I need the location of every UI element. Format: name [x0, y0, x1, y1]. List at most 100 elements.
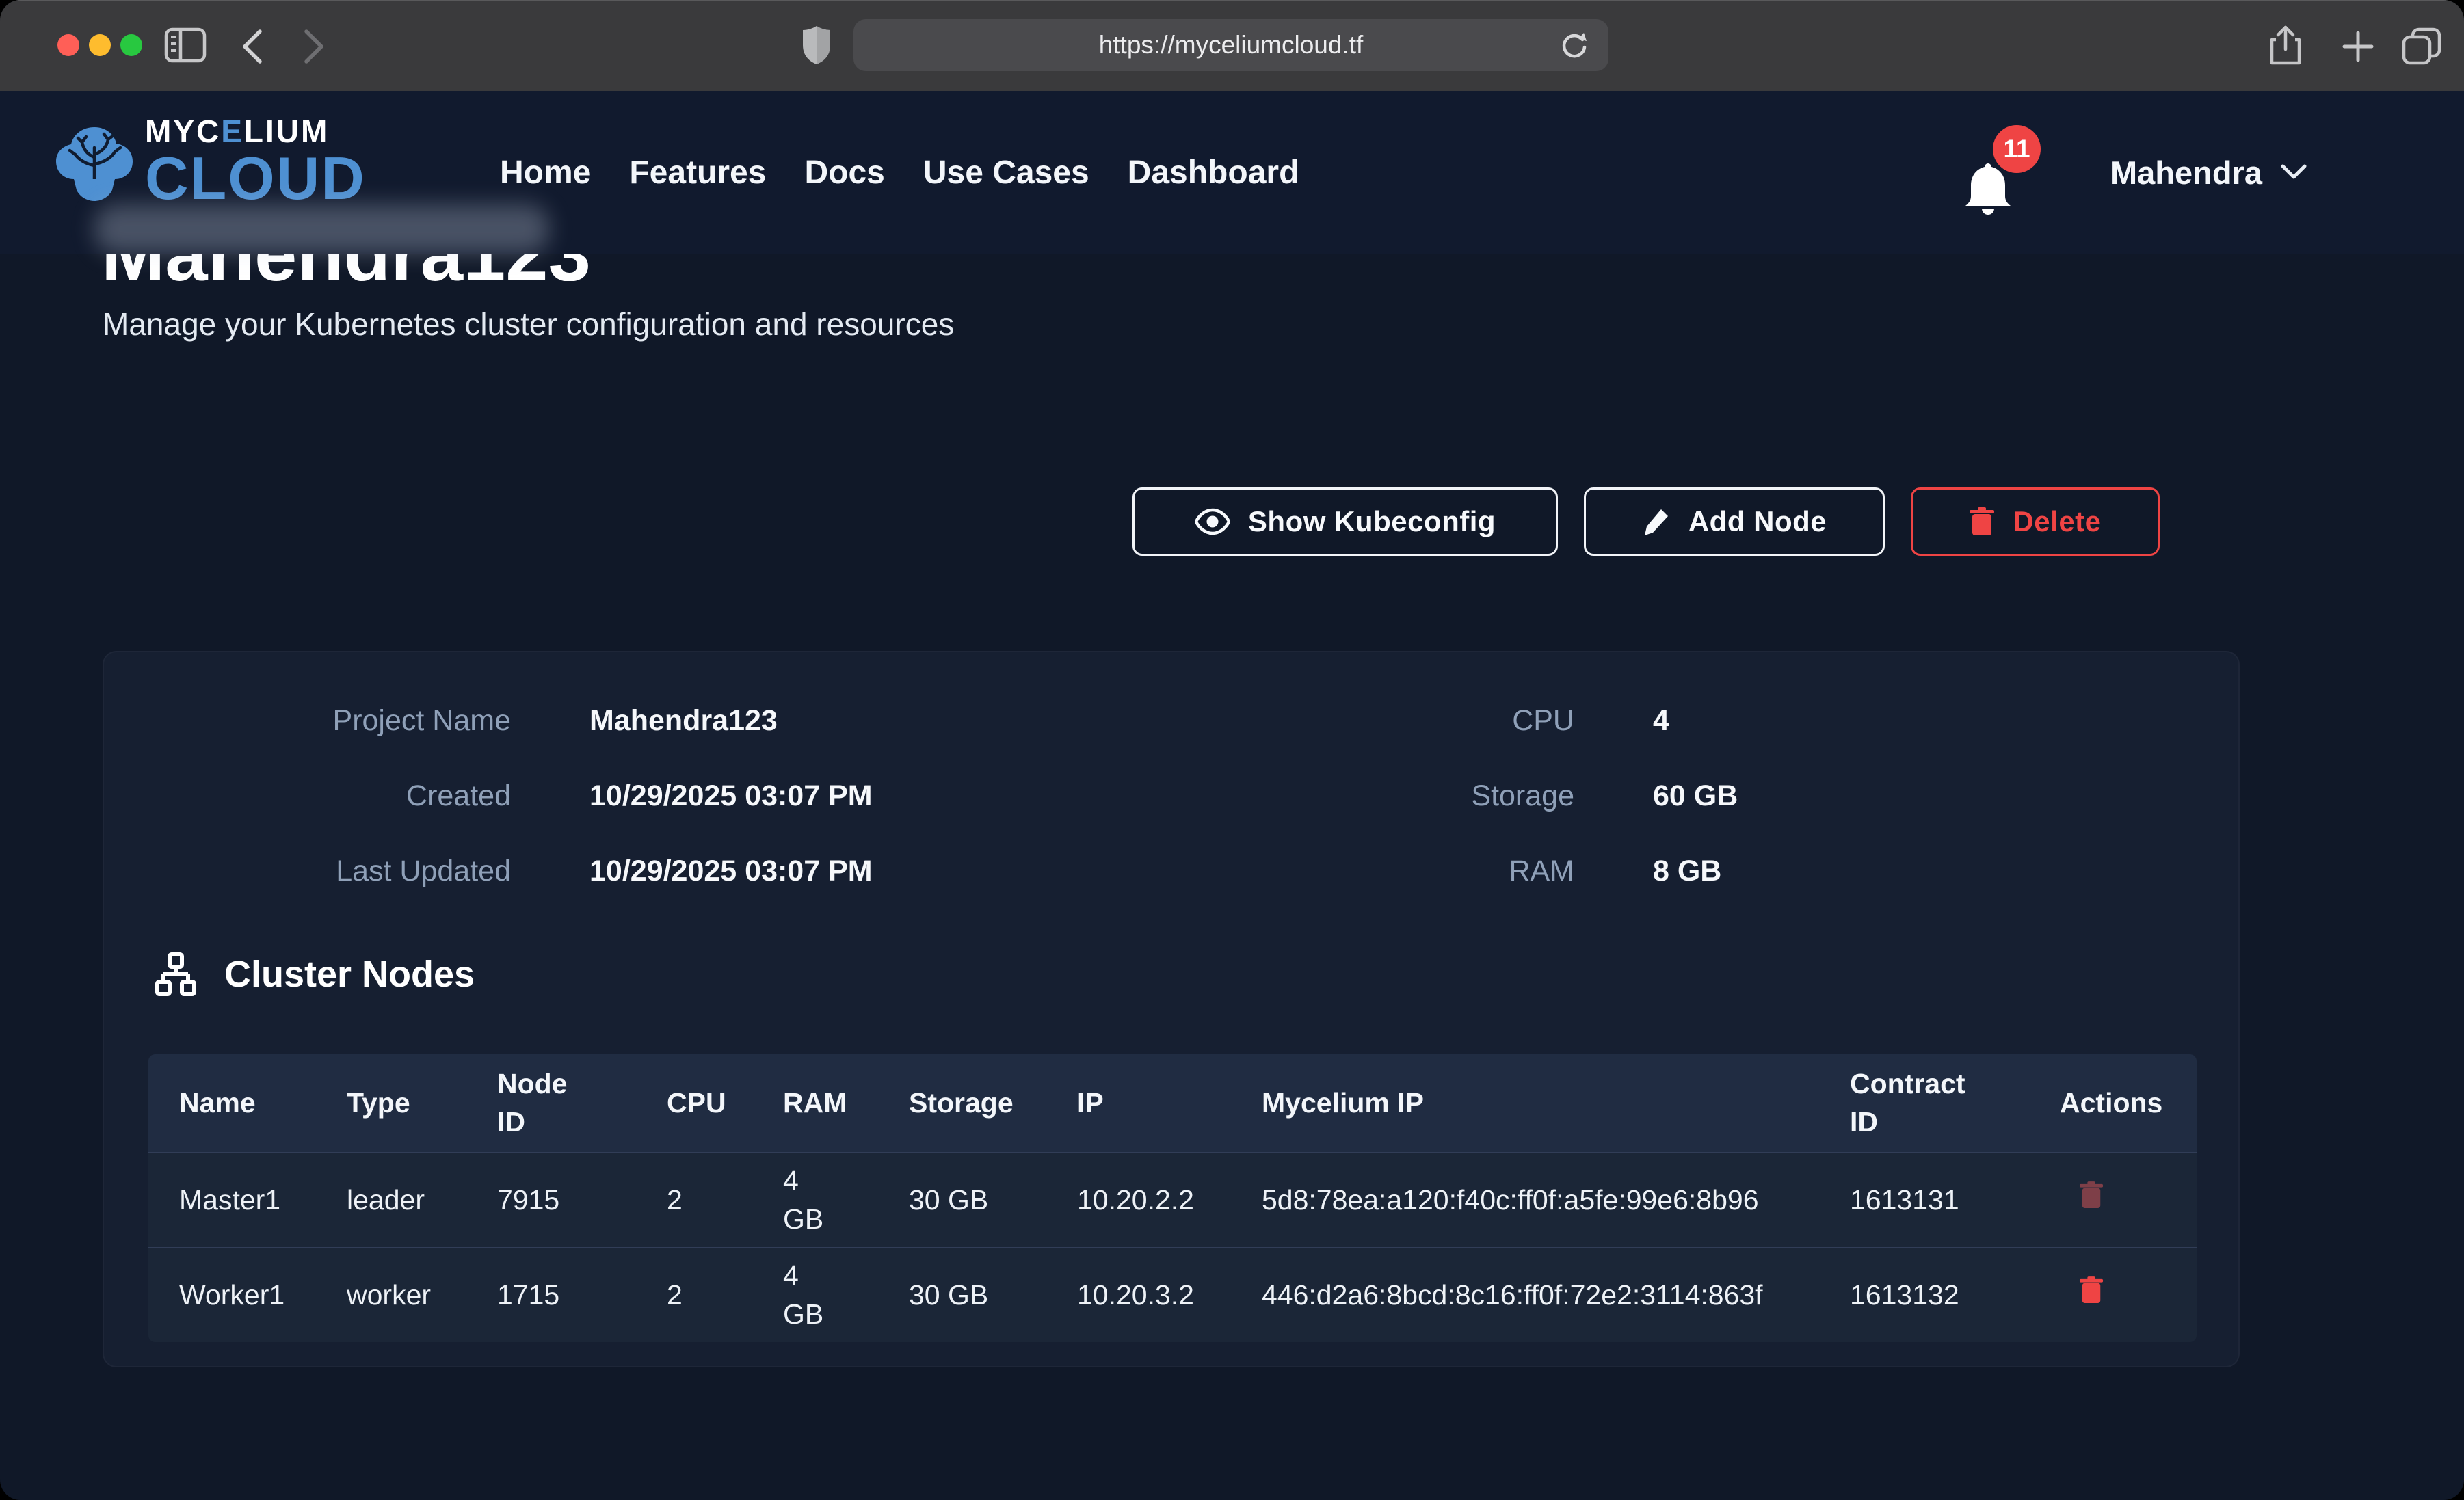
detail-value: Mahendra123	[589, 704, 873, 738]
trash-icon	[2079, 1276, 2104, 1304]
col-ram: RAM	[752, 1054, 878, 1153]
privacy-shield-icon[interactable]	[802, 25, 832, 66]
detail-label: Project Name	[150, 704, 511, 738]
nav-link-use-cases[interactable]: Use Cases	[923, 154, 1089, 191]
col-type: Type	[316, 1054, 466, 1153]
cell-actions	[2029, 1248, 2197, 1342]
sidebar-toggle-icon[interactable]	[164, 27, 207, 63]
col-storage: Storage	[878, 1054, 1046, 1153]
trash-icon	[2079, 1181, 2104, 1209]
cell-ram: 4 GB	[752, 1248, 878, 1342]
detail-label: Storage	[1410, 779, 1574, 813]
details-right: CPU 4 Storage 60 GB RAM 8 GB	[1410, 704, 1738, 888]
cell-cpu: 2	[636, 1153, 752, 1248]
nav-link-home[interactable]: Home	[500, 154, 591, 191]
cell-storage: 30 GB	[878, 1248, 1046, 1342]
detail-label: RAM	[1410, 855, 1574, 888]
cell-ip: 10.20.3.2	[1046, 1248, 1231, 1342]
detail-label: Last Updated	[150, 855, 511, 888]
cell-node-id: 7915	[466, 1153, 636, 1248]
nav-link-docs[interactable]: Docs	[804, 154, 884, 191]
user-name: Mahendra	[2110, 154, 2262, 191]
detail-value: 60 GB	[1653, 779, 1738, 813]
sitemap-icon	[153, 952, 198, 997]
detail-label: CPU	[1410, 704, 1574, 738]
cell-contract-id: 1613132	[1819, 1248, 2029, 1342]
chevron-down-icon	[2280, 163, 2307, 181]
detail-value: 10/29/2025 03:07 PM	[589, 779, 873, 813]
page-title: Mahendra123	[101, 254, 1059, 281]
trash-icon	[1969, 507, 1995, 537]
forward-icon[interactable]	[302, 29, 326, 64]
cell-type: leader	[316, 1153, 466, 1248]
cluster-nodes-heading: Cluster Nodes	[153, 952, 475, 997]
logo-text: MYCELIUM CLOUD	[145, 116, 366, 209]
eye-icon	[1195, 508, 1230, 535]
user-menu[interactable]: Mahendra	[2110, 91, 2307, 254]
col-actions: Actions	[2029, 1054, 2197, 1153]
notifications-button[interactable]: 11	[1961, 131, 2057, 233]
logo[interactable]: MYCELIUM CLOUD	[53, 116, 366, 209]
nodes-table: Name Type Node ID CPU RAM Storage IP Myc…	[148, 1054, 2197, 1342]
minimize-window-button[interactable]	[89, 34, 111, 56]
cell-ram: 4 GB	[752, 1153, 878, 1248]
cell-mycelium-ip: 446:d2a6:8bcd:8c16:ff0f:72e2:3114:863f	[1231, 1248, 1819, 1342]
back-icon[interactable]	[241, 29, 264, 64]
col-name: Name	[148, 1054, 316, 1153]
cell-mycelium-ip: 5d8:78ea:a120:f40c:ff0f:a5fe:99e6:8b96	[1231, 1153, 1819, 1248]
browser-toolbar: https://myceliumcloud.tf	[0, 0, 2464, 92]
table-row: Worker1 worker 1715 2 4 GB 30 GB 10.20.3…	[148, 1248, 2197, 1342]
nav-link-dashboard[interactable]: Dashboard	[1128, 154, 1299, 191]
detail-label: Created	[150, 779, 511, 813]
page-subtitle: Manage your Kubernetes cluster configura…	[103, 306, 954, 343]
browser-window: https://myceliumcloud.tf Mahendra123 Man…	[0, 0, 2464, 1500]
reload-icon[interactable]	[1559, 30, 1589, 60]
logo-line2: CLOUD	[145, 148, 366, 209]
delete-node-button[interactable]	[2079, 1276, 2104, 1304]
delete-cluster-button[interactable]: Delete	[1911, 487, 2160, 556]
nav-link-features[interactable]: Features	[629, 154, 766, 191]
col-ip: IP	[1046, 1054, 1231, 1153]
page-title-blur-ghost	[94, 204, 549, 254]
notification-count-badge: 11	[1993, 125, 2041, 173]
cell-actions	[2029, 1153, 2197, 1248]
detail-value: 4	[1653, 704, 1738, 738]
detail-value: 8 GB	[1653, 855, 1738, 888]
cell-storage: 30 GB	[878, 1153, 1046, 1248]
cell-node-id: 1715	[466, 1248, 636, 1342]
pencil-icon	[1642, 507, 1671, 537]
col-cpu: CPU	[636, 1054, 752, 1153]
cell-ip: 10.20.2.2	[1046, 1153, 1231, 1248]
col-mycelium-ip: Mycelium IP	[1231, 1054, 1819, 1153]
tab-overview-icon[interactable]	[2402, 27, 2441, 66]
col-contract-id: Contract ID	[1819, 1054, 2029, 1153]
address-bar[interactable]: https://myceliumcloud.tf	[853, 19, 1608, 71]
add-node-button[interactable]: Add Node	[1584, 487, 1885, 556]
logo-line1: MYCELIUM	[145, 116, 366, 147]
delete-label: Delete	[2013, 505, 2101, 538]
delete-node-button-disabled[interactable]	[2079, 1181, 2104, 1209]
cell-contract-id: 1613131	[1819, 1153, 2029, 1248]
nav-links: Home Features Docs Use Cases Dashboard	[500, 91, 1299, 254]
close-window-button[interactable]	[57, 34, 79, 56]
zoom-window-button[interactable]	[120, 34, 142, 56]
table-header-row: Name Type Node ID CPU RAM Storage IP Myc…	[148, 1054, 2197, 1153]
add-node-label: Add Node	[1688, 505, 1827, 538]
cell-type: worker	[316, 1248, 466, 1342]
cluster-nodes-title: Cluster Nodes	[224, 953, 475, 995]
address-bar-url: https://myceliumcloud.tf	[1099, 31, 1364, 59]
cluster-details-card: Project Name Mahendra123 Created 10/29/2…	[103, 651, 2240, 1367]
table-row: Master1 leader 7915 2 4 GB 30 GB 10.20.2…	[148, 1153, 2197, 1248]
cell-name: Worker1	[148, 1248, 316, 1342]
page-title-clip: Mahendra123	[101, 254, 1059, 281]
detail-value: 10/29/2025 03:07 PM	[589, 855, 873, 888]
share-icon[interactable]	[2269, 25, 2302, 66]
show-kubeconfig-button[interactable]: Show Kubeconfig	[1132, 487, 1558, 556]
col-node-id: Node ID	[466, 1054, 636, 1153]
show-kubeconfig-label: Show Kubeconfig	[1248, 505, 1496, 538]
details-left: Project Name Mahendra123 Created 10/29/2…	[150, 704, 873, 888]
new-tab-icon[interactable]	[2342, 30, 2374, 63]
cell-name: Master1	[148, 1153, 316, 1248]
mycelium-cloud-logo-icon	[53, 122, 135, 202]
cluster-actions: Show Kubeconfig Add Node Delete	[1132, 487, 2160, 556]
